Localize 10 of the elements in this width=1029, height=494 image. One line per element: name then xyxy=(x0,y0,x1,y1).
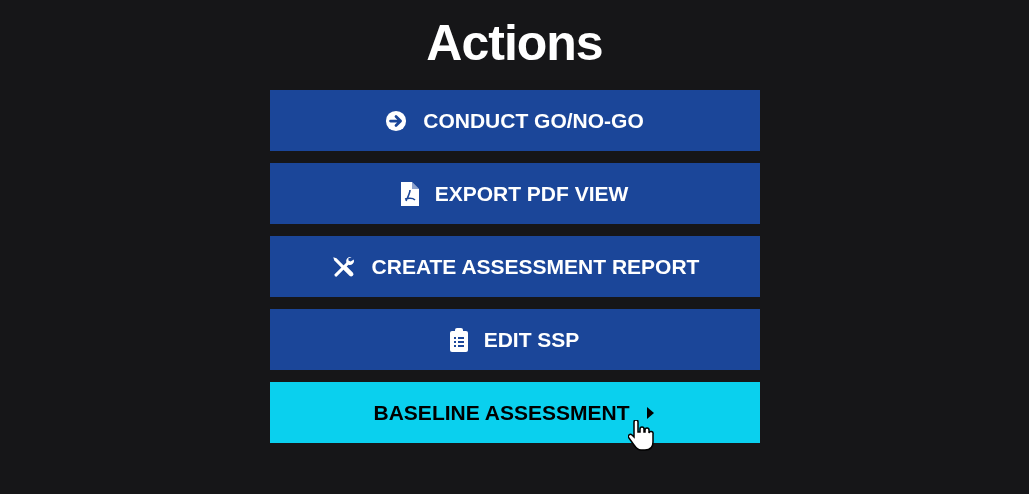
page-title: Actions xyxy=(426,14,603,72)
action-button[interactable]: CREATE ASSESSMENT REPORT xyxy=(269,236,760,297)
pdf-file-icon xyxy=(400,181,419,206)
hand-cursor-icon xyxy=(627,420,654,452)
clipboard-list-icon xyxy=(449,327,468,352)
action-button[interactable]: CONDUCT GO/NO-GO xyxy=(269,90,760,151)
caret-right-icon xyxy=(645,405,656,420)
action-button[interactable]: EXPORT PDF VIEW xyxy=(269,163,760,224)
action-button[interactable]: EDIT SSP xyxy=(269,309,760,370)
arrow-circle-icon xyxy=(385,109,408,132)
